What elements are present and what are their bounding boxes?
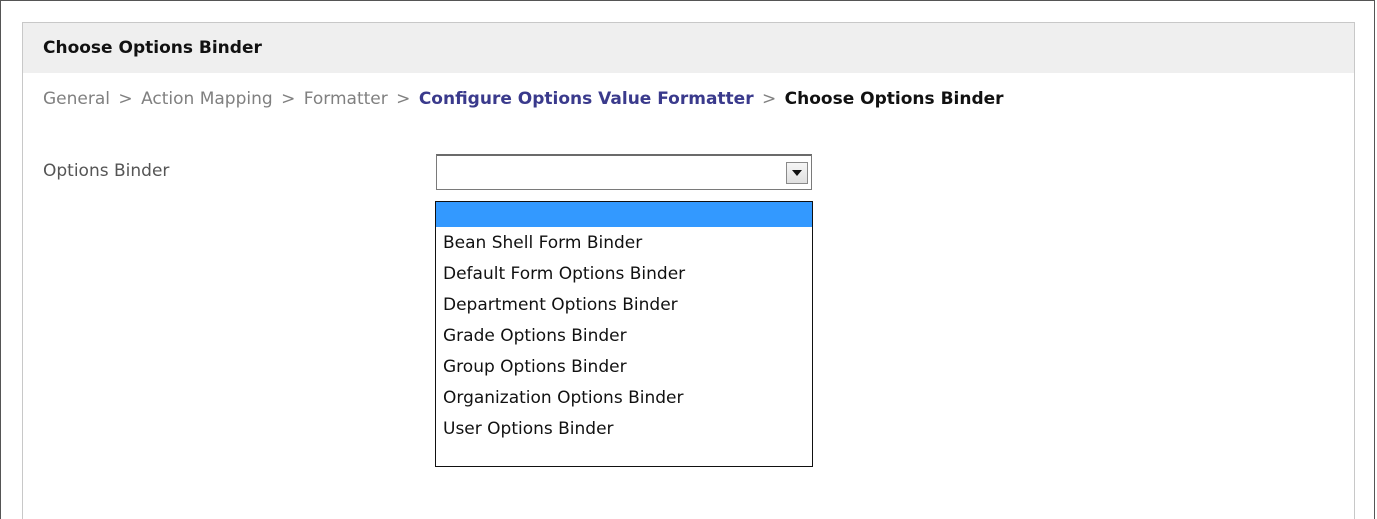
panel-title: Choose Options Binder [23, 23, 1354, 73]
breadcrumb-separator: > [396, 89, 411, 109]
options-binder-panel: Choose Options Binder General > Action M… [22, 22, 1355, 519]
breadcrumb-item-current: Choose Options Binder [784, 89, 1004, 109]
dropdown-option-default-form-options-binder[interactable]: Default Form Options Binder [436, 259, 812, 290]
breadcrumb-separator: > [118, 89, 133, 109]
breadcrumb-separator: > [281, 89, 296, 109]
dropdown-option-group-options-binder[interactable]: Group Options Binder [436, 352, 812, 383]
breadcrumb-item-action-mapping[interactable]: Action Mapping [141, 89, 273, 109]
dropdown-option-grade-options-binder[interactable]: Grade Options Binder [436, 321, 812, 352]
breadcrumb-separator: > [762, 89, 777, 109]
options-binder-label: Options Binder [43, 161, 170, 181]
options-binder-select[interactable] [436, 154, 812, 190]
dropdown-option-department-options-binder[interactable]: Department Options Binder [436, 290, 812, 321]
chevron-down-icon[interactable] [786, 162, 808, 184]
dropdown-option-organization-options-binder[interactable]: Organization Options Binder [436, 383, 812, 414]
dropdown-option-bean-shell-form-binder[interactable]: Bean Shell Form Binder [436, 228, 812, 259]
options-binder-dropdown-list: Bean Shell Form Binder Default Form Opti… [435, 201, 813, 467]
breadcrumb-item-general[interactable]: General [43, 89, 110, 109]
dropdown-arrow-glyph [792, 170, 802, 176]
dropdown-option-empty[interactable] [436, 202, 812, 227]
breadcrumb-item-configure-formatter[interactable]: Configure Options Value Formatter [419, 89, 754, 109]
breadcrumb-item-formatter[interactable]: Formatter [304, 89, 388, 109]
breadcrumb: General > Action Mapping > Formatter > C… [43, 89, 1004, 109]
dropdown-option-user-options-binder[interactable]: User Options Binder [436, 414, 812, 445]
